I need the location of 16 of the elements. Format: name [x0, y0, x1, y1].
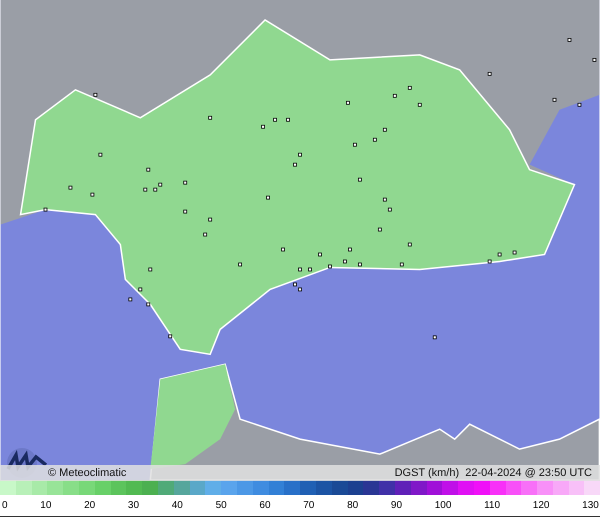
- scale-label: 60: [259, 500, 271, 511]
- scale-label: 100: [434, 500, 452, 511]
- scale-label: 70: [303, 500, 314, 511]
- scale-label: 110: [484, 500, 500, 511]
- scale-label: 30: [128, 500, 140, 511]
- caption-text: DGST (km/h) 22-04-2024 @ 23:50 UTC: [394, 467, 592, 479]
- scale-label: 120: [532, 500, 550, 511]
- scale-label: 50: [216, 500, 227, 511]
- scale-label: 90: [390, 500, 402, 511]
- scale-label: 10: [40, 500, 52, 511]
- scale-label: 20: [84, 500, 96, 511]
- scale-label: 0: [2, 500, 8, 511]
- scale-label: 80: [347, 500, 358, 511]
- scale-label: 40: [172, 500, 183, 511]
- scale-label: 130: [582, 500, 599, 511]
- credit-text: © Meteoclimatic: [48, 467, 126, 479]
